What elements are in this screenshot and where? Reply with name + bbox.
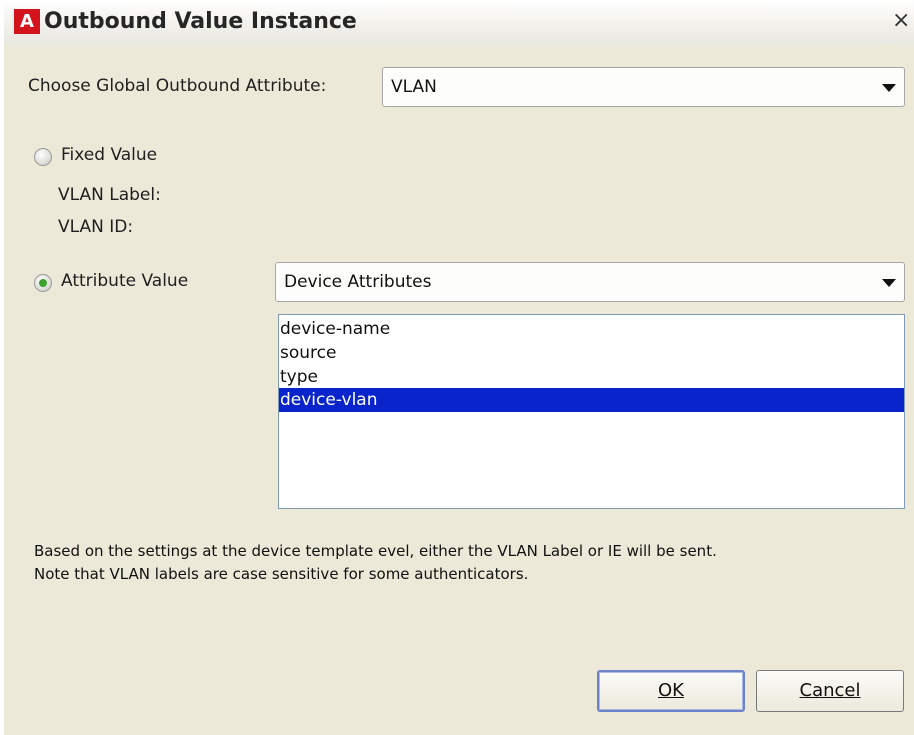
note-line-2: Note that VLAN labels are case sensitive… xyxy=(34,565,529,583)
list-item[interactable]: source xyxy=(279,341,904,365)
note-line-1: Based on the settings at the device temp… xyxy=(34,542,717,560)
chevron-down-icon xyxy=(882,84,896,92)
close-icon[interactable]: × xyxy=(892,8,910,33)
global-attribute-value: VLAN xyxy=(391,77,437,97)
title-bar[interactable]: A Outbound Value Instance × xyxy=(4,0,914,44)
vlan-id-label: VLAN ID: xyxy=(58,217,134,237)
chevron-down-icon xyxy=(882,279,896,287)
ok-button-label: OK xyxy=(658,680,684,701)
attribute-value-label[interactable]: Attribute Value xyxy=(61,271,188,291)
dialog-title: Outbound Value Instance xyxy=(44,9,357,34)
global-attribute-dropdown[interactable]: VLAN xyxy=(382,67,905,107)
fixed-value-label[interactable]: Fixed Value xyxy=(61,145,157,165)
cancel-button[interactable]: Cancel xyxy=(756,670,904,712)
vlan-label-label: VLAN Label: xyxy=(58,185,161,205)
attribute-category-value: Device Attributes xyxy=(284,272,432,292)
dialog-window: A Outbound Value Instance × Choose Globa… xyxy=(4,0,914,735)
radio-selected-dot xyxy=(39,279,47,287)
list-item[interactable]: type xyxy=(279,365,904,389)
attribute-category-dropdown[interactable]: Device Attributes xyxy=(275,262,905,302)
fixed-value-radio[interactable] xyxy=(34,148,52,166)
list-item[interactable]: device-name xyxy=(279,317,904,341)
app-logo-icon: A xyxy=(14,9,40,34)
ok-button[interactable]: OK xyxy=(597,670,745,712)
attribute-value-radio[interactable] xyxy=(34,274,52,292)
list-item-selected[interactable]: device-vlan xyxy=(279,388,904,412)
attribute-listbox[interactable]: device-name source type device-vlan xyxy=(278,314,905,509)
global-attribute-label: Choose Global Outbound Attribute: xyxy=(28,76,327,96)
cancel-button-label: Cancel xyxy=(799,680,861,701)
